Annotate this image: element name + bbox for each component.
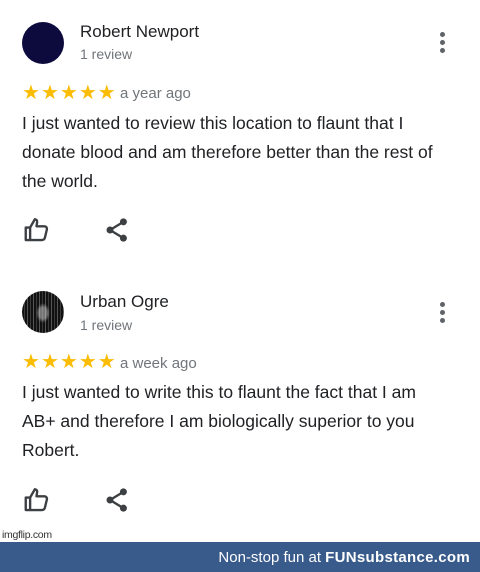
watermark: imgflip.com: [2, 529, 52, 541]
review-count: 1 review: [80, 46, 133, 62]
star-icon: ★: [78, 82, 97, 104]
avatar[interactable]: [22, 291, 64, 333]
reviewer-name[interactable]: Robert Newport: [80, 22, 199, 42]
review-time: a week ago: [120, 355, 197, 372]
star-icon: ★: [22, 351, 40, 373]
thumbs-up-icon[interactable]: [22, 215, 52, 245]
star-icon: ★: [97, 82, 116, 104]
review-text: I just wanted to write this to flaunt th…: [22, 382, 416, 460]
star-icon: ★: [40, 82, 59, 104]
star-icon: ★: [78, 351, 97, 373]
footer-tagline: Non-stop fun at: [218, 549, 326, 566]
more-vert-icon[interactable]: [434, 30, 450, 54]
star-rating: ★ ★ ★ ★ ★: [22, 352, 116, 372]
star-rating: ★ ★ ★ ★ ★: [22, 83, 116, 103]
review-count: 1 review: [80, 317, 133, 333]
star-icon: ★: [97, 351, 116, 373]
reviewer-name[interactable]: Urban Ogre: [80, 292, 169, 312]
star-icon: ★: [59, 351, 78, 373]
share-icon[interactable]: [103, 216, 133, 246]
footer-text: Non-stop fun at FUNsubstance.com: [218, 549, 470, 566]
review-time: a year ago: [120, 85, 191, 102]
thumbs-up-icon[interactable]: [22, 485, 52, 515]
star-icon: ★: [22, 82, 40, 104]
site-footer: Non-stop fun at FUNsubstance.com: [0, 542, 480, 572]
footer-brand[interactable]: FUNsubstance.com: [325, 549, 470, 566]
star-icon: ★: [40, 351, 59, 373]
share-icon[interactable]: [103, 486, 133, 516]
star-icon: ★: [59, 82, 78, 104]
review-text: I just wanted to review this location to…: [22, 113, 433, 191]
avatar[interactable]: [22, 22, 64, 64]
more-vert-icon[interactable]: [434, 300, 450, 324]
